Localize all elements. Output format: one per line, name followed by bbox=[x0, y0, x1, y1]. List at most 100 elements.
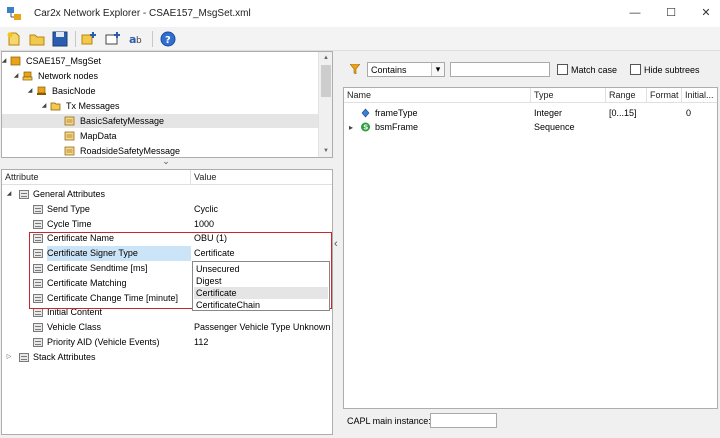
expand-arrow-icon[interactable]: ◢ bbox=[26, 84, 34, 98]
svg-text:?: ? bbox=[165, 35, 171, 46]
attribute-row[interactable]: Priority AID (Vehicle Events) 112 bbox=[2, 335, 332, 350]
property-icon bbox=[19, 190, 29, 199]
hide-subtrees-checkbox[interactable] bbox=[630, 64, 641, 75]
attribute-grid-panel: Attribute Value ◢ General Attributes Send … bbox=[1, 169, 333, 435]
scroll-thumb[interactable] bbox=[321, 65, 331, 97]
name-column-header[interactable]: Name bbox=[344, 88, 531, 103]
save-icon[interactable] bbox=[51, 30, 69, 48]
signal-name: frameType bbox=[375, 108, 418, 118]
tree-item[interactable]: ◢ Network nodes bbox=[2, 69, 318, 83]
tree-item-label: BasicSafetyMessage bbox=[80, 116, 165, 126]
property-icon bbox=[33, 308, 43, 318]
signal-initial: 0 bbox=[686, 108, 692, 118]
database-icon bbox=[10, 56, 21, 66]
signal-grid-panel: Name Type Range Format Initial... frameType I… bbox=[343, 87, 718, 409]
tree-scrollbar[interactable]: ▲ ▼ bbox=[318, 52, 332, 157]
filter-search-input[interactable] bbox=[450, 62, 550, 77]
chevron-down-icon[interactable]: ▾ bbox=[431, 63, 444, 76]
attribute-value[interactable]: 1000 bbox=[194, 217, 214, 232]
attribute-grid-header: Attribute Value bbox=[2, 170, 332, 185]
tree-item[interactable]: RoadsideSafetyMessage bbox=[2, 144, 318, 157]
capl-instance-input[interactable] bbox=[430, 413, 497, 428]
property-icon bbox=[19, 352, 29, 362]
message-icon bbox=[64, 146, 75, 156]
signer-type-option[interactable]: CertificateChain bbox=[194, 299, 328, 311]
help-icon[interactable]: ? bbox=[159, 30, 177, 48]
svg-text:b: b bbox=[136, 36, 142, 46]
signal-range: [0...15] bbox=[609, 108, 637, 118]
property-icon bbox=[33, 204, 43, 214]
match-case-label: Match case bbox=[571, 65, 618, 75]
toolbar-separator bbox=[152, 31, 153, 47]
message-icon bbox=[64, 116, 75, 126]
attribute-row[interactable]: Send Type Cyclic bbox=[2, 202, 332, 217]
attribute-name: Stack Attributes bbox=[33, 351, 96, 362]
attribute-row[interactable]: Vehicle Class Passenger Vehicle Type Unkn… bbox=[2, 320, 332, 335]
signal-type: Integer bbox=[534, 108, 563, 118]
splitter-collapse-icon[interactable]: ⌄ bbox=[160, 157, 172, 167]
signal-type: Sequence bbox=[534, 122, 575, 132]
add-node-icon[interactable] bbox=[80, 30, 98, 48]
scroll-up-arrow[interactable]: ▲ bbox=[319, 52, 332, 64]
signal-row[interactable]: frameType Integer [0...15] 0 bbox=[344, 106, 717, 121]
title-bar: Car2x Network Explorer - CSAE157_MsgSet.… bbox=[0, 0, 720, 27]
attribute-name: Send Type bbox=[47, 203, 90, 214]
attribute-value[interactable]: 112 bbox=[194, 335, 208, 350]
expand-arrow-icon[interactable]: ▸ bbox=[347, 120, 355, 135]
add-message-icon[interactable] bbox=[104, 30, 122, 48]
attribute-name: General Attributes bbox=[33, 189, 106, 199]
match-case-checkbox[interactable] bbox=[557, 64, 568, 75]
attribute-value[interactable]: Cyclic bbox=[194, 202, 218, 217]
signer-type-option[interactable]: Unsecured bbox=[194, 263, 328, 275]
attribute-column-header[interactable]: Attribute bbox=[2, 170, 191, 185]
attribute-name: Cycle Time bbox=[47, 218, 92, 229]
filter-icon[interactable] bbox=[350, 64, 360, 74]
attribute-row[interactable]: ▷ Stack Attributes bbox=[2, 350, 332, 365]
range-column-header[interactable]: Range bbox=[606, 88, 647, 103]
app-network-icon bbox=[7, 7, 21, 20]
scroll-down-arrow[interactable]: ▼ bbox=[319, 145, 332, 157]
signal-name: bsmFrame bbox=[375, 122, 419, 132]
splitter-left-icon[interactable]: ‹ bbox=[334, 238, 342, 250]
tree-item-label: Tx Messages bbox=[66, 101, 120, 111]
expand-arrow-icon[interactable]: ◢ bbox=[2, 54, 8, 68]
tree-item[interactable]: MapData bbox=[2, 129, 318, 143]
signer-type-option[interactable]: Certificate bbox=[194, 287, 328, 299]
tree-item[interactable]: ◢ CSAE157_MsgSet bbox=[2, 54, 318, 68]
attribute-row[interactable]: Cycle Time 1000 bbox=[2, 217, 332, 232]
tree-item[interactable]: ◢ BasicNode bbox=[2, 84, 318, 98]
attribute-row[interactable]: ◢ General Attributes bbox=[2, 187, 332, 202]
property-icon bbox=[33, 219, 43, 229]
signer-type-option[interactable]: Digest bbox=[194, 275, 328, 287]
tree-item[interactable]: ◢ Tx Messages bbox=[2, 99, 318, 113]
tree-item-label: MapData bbox=[80, 131, 117, 141]
find-replace-icon[interactable]: a b bbox=[128, 30, 146, 48]
attribute-name: Vehicle Class bbox=[47, 322, 102, 333]
new-icon[interactable] bbox=[5, 30, 23, 48]
expand-arrow-icon[interactable]: ◢ bbox=[5, 187, 13, 202]
tx-folder-icon bbox=[50, 102, 61, 111]
signal-grid-header: Name Type Range Format Initial... bbox=[344, 88, 717, 103]
toolbar-separator bbox=[75, 31, 76, 47]
expand-arrow-icon[interactable]: ◢ bbox=[12, 69, 20, 83]
hide-subtrees-label: Hide subtrees bbox=[644, 65, 700, 75]
maximize-button[interactable]: ☐ bbox=[660, 4, 682, 22]
format-column-header[interactable]: Format bbox=[647, 88, 682, 103]
close-button[interactable]: ✕ bbox=[695, 4, 717, 22]
expand-arrow-icon[interactable]: ▷ bbox=[5, 350, 13, 365]
tree-item[interactable]: BasicSafetyMessage bbox=[2, 114, 318, 128]
attribute-value[interactable]: Passenger Vehicle Type Unknown bbox=[194, 320, 330, 335]
signal-icon bbox=[361, 108, 370, 118]
signal-row[interactable]: ▸ SbsmFrame Sequence bbox=[344, 120, 717, 135]
filter-mode-select[interactable]: Contains ▾ bbox=[367, 62, 445, 77]
value-column-header[interactable]: Value bbox=[191, 170, 332, 185]
node-icon bbox=[37, 86, 46, 95]
minimize-button[interactable]: — bbox=[624, 4, 646, 22]
signer-type-dropdown[interactable]: Unsecured Digest Certificate CertificateCha… bbox=[192, 261, 330, 311]
expand-arrow-icon[interactable]: ◢ bbox=[40, 99, 48, 113]
initial-column-header[interactable]: Initial... bbox=[682, 88, 717, 103]
capl-instance-label: CAPL main instance: bbox=[347, 416, 431, 426]
open-icon[interactable] bbox=[28, 30, 46, 48]
sequence-icon: S bbox=[361, 122, 370, 132]
type-column-header[interactable]: Type bbox=[531, 88, 606, 103]
